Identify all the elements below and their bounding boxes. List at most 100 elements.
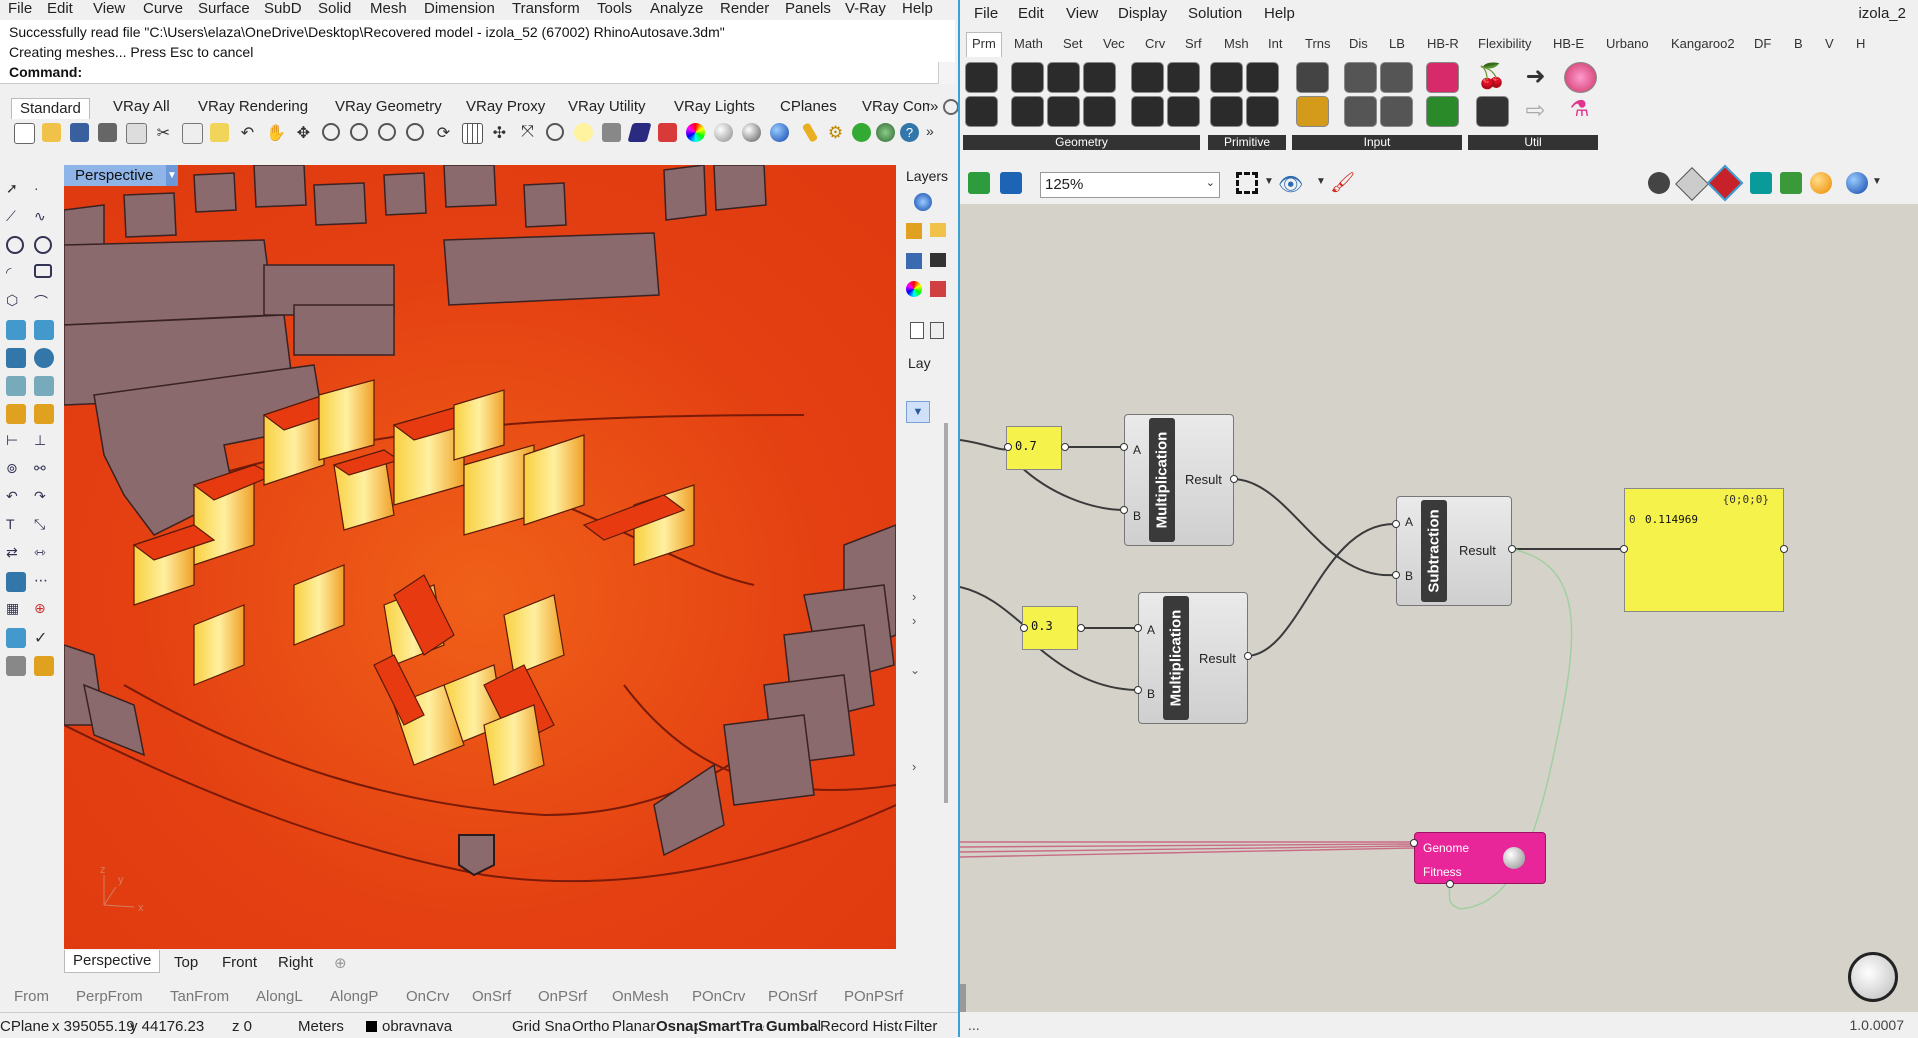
render-preview-icon[interactable]: [1810, 172, 1832, 194]
boolean-icon[interactable]: [6, 404, 26, 424]
cut-icon[interactable]: ✂: [154, 123, 173, 142]
output-port[interactable]: [1077, 624, 1085, 632]
command-scrollbar[interactable]: [938, 62, 955, 84]
layer-dropdown-icon[interactable]: ▼: [906, 401, 930, 423]
copy-icon[interactable]: [182, 123, 203, 144]
menu-file[interactable]: File: [8, 0, 32, 17]
output-port[interactable]: [1780, 545, 1788, 553]
tabs-more-button[interactable]: »: [930, 98, 938, 115]
button-icon[interactable]: [1344, 96, 1377, 127]
snap-icon[interactable]: ⊕: [34, 600, 54, 620]
polygon-icon[interactable]: ⬡: [6, 292, 26, 312]
curve-param-icon[interactable]: [1047, 62, 1080, 93]
tree-icon[interactable]: [1476, 96, 1509, 127]
multiplication-component-1[interactable]: A B Multiplication Result: [1124, 414, 1234, 546]
layer-folder-icon[interactable]: [930, 223, 946, 237]
input-port[interactable]: [1392, 571, 1400, 579]
globe-icon[interactable]: [876, 123, 895, 142]
zoom-icon[interactable]: [322, 123, 340, 141]
osnap-ponpsrf[interactable]: POnPSrf: [844, 988, 903, 1005]
layer-material-icon[interactable]: [914, 193, 932, 211]
number-panel-a[interactable]: 0.7: [1006, 426, 1062, 470]
gh-menu-view[interactable]: View: [1066, 5, 1098, 22]
undo-icon[interactable]: ↶: [238, 123, 257, 142]
zoom-select[interactable]: 125% ⌄: [1040, 172, 1220, 198]
slider-icon[interactable]: [1380, 62, 1413, 93]
osnap-tanfrom[interactable]: TanFrom: [170, 988, 229, 1005]
array-icon[interactable]: ⋯: [34, 572, 54, 592]
matrix-icon[interactable]: [1426, 96, 1459, 127]
dropdown-arrow-icon[interactable]: ▼: [1316, 176, 1326, 187]
gh-tab-set[interactable]: Set: [1063, 36, 1083, 51]
subtraction-component[interactable]: A B Subtraction Result: [1396, 496, 1512, 606]
osnap-onpsrf[interactable]: OnPSrf: [538, 988, 587, 1005]
shaded-sphere-icon[interactable]: [714, 123, 733, 142]
gh-tab-lb[interactable]: LB: [1389, 36, 1405, 51]
extrude-icon[interactable]: [6, 572, 26, 592]
named-view-icon[interactable]: ⤧: [518, 123, 537, 142]
input-port[interactable]: [1004, 443, 1012, 451]
layer-pencil-icon[interactable]: [906, 223, 922, 239]
flask-icon[interactable]: ⚗: [1564, 96, 1595, 125]
grasshopper-canvas[interactable]: 0.7 0.3 A B Multiplication Result A B Mu…: [960, 204, 1918, 1012]
input-port[interactable]: [1392, 520, 1400, 528]
canvas-scroll-handle[interactable]: [960, 984, 966, 1012]
page-layout-icon[interactable]: [126, 123, 147, 144]
collapse-chevron-icon[interactable]: ⌄: [910, 663, 920, 677]
gh-tab-crv[interactable]: Crv: [1145, 36, 1165, 51]
new-file-icon[interactable]: [14, 123, 35, 144]
brep-param-icon[interactable]: [1131, 62, 1164, 93]
osnap-oncrv[interactable]: OnCrv: [406, 988, 449, 1005]
preview-shaded-icon[interactable]: [1675, 167, 1709, 201]
trim-icon[interactable]: ↶: [6, 488, 26, 508]
render-mesh-icon[interactable]: [6, 656, 26, 676]
plane-param-icon[interactable]: [1083, 96, 1116, 127]
line-param-icon[interactable]: [1047, 96, 1080, 127]
cherry-icon[interactable]: 🍒: [1476, 62, 1507, 91]
toolbar-overflow-icon[interactable]: »: [926, 123, 945, 142]
galapagos-icon[interactable]: [1564, 62, 1597, 93]
toggle-smarttrack[interactable]: SmartTrack: [698, 1018, 764, 1035]
mesh-icon[interactable]: [6, 376, 26, 396]
toggle-icon[interactable]: [1344, 62, 1377, 93]
gh-tab-int[interactable]: Int: [1268, 36, 1282, 51]
menu-transform[interactable]: Transform: [512, 0, 580, 17]
import-icon[interactable]: [1296, 62, 1329, 93]
osnap-perpfrom[interactable]: PerpFrom: [76, 988, 143, 1005]
cplane-icon[interactable]: ✣: [490, 123, 509, 142]
menu-render[interactable]: Render: [720, 0, 769, 17]
arrow-right-icon[interactable]: ➜: [1520, 62, 1551, 91]
rendered-sphere-icon[interactable]: [742, 123, 761, 142]
color-picker-icon[interactable]: [906, 281, 922, 297]
preview-mesh-icon[interactable]: [1780, 172, 1802, 194]
osnap-alongl[interactable]: AlongL: [256, 988, 303, 1005]
tab-standard[interactable]: Standard: [11, 98, 90, 119]
dropdown-arrow-icon[interactable]: ▼: [1264, 176, 1274, 187]
osnap-ponsrf[interactable]: POnSrf: [768, 988, 817, 1005]
tab-vray-utility[interactable]: VRay Utility: [568, 98, 646, 115]
cloud-icon[interactable]: [1846, 172, 1868, 194]
grid-icon[interactable]: [462, 123, 483, 144]
ellipse-icon[interactable]: [34, 236, 52, 254]
gh-tab-msh[interactable]: Msh: [1224, 36, 1249, 51]
paste-icon[interactable]: [210, 123, 229, 142]
open-folder-icon[interactable]: [42, 123, 61, 142]
output-port[interactable]: [1061, 443, 1069, 451]
osnap-onsrf[interactable]: OnSrf: [472, 988, 511, 1005]
save-icon[interactable]: [70, 123, 89, 142]
gh-tab-urbano[interactable]: Urbano: [1606, 36, 1649, 51]
status-units[interactable]: Meters: [298, 1018, 344, 1035]
print-icon[interactable]: [98, 123, 117, 142]
menu-analyze[interactable]: Analyze: [650, 0, 703, 17]
command-prompt[interactable]: Command:: [9, 64, 82, 80]
input-port[interactable]: [1410, 839, 1418, 847]
menu-edit[interactable]: Edit: [47, 0, 73, 17]
colour-swatch-icon[interactable]: [1426, 62, 1459, 93]
sketch-brush-icon[interactable]: 🖌: [1330, 170, 1356, 196]
target-icon[interactable]: [546, 123, 564, 141]
result-panel[interactable]: {0;0;0} 0 0.114969: [1624, 488, 1784, 612]
solid-tools-icon[interactable]: [34, 404, 54, 424]
menu-panels[interactable]: Panels: [785, 0, 831, 17]
polyline-icon[interactable]: ⟋: [6, 208, 26, 228]
save-document-icon[interactable]: [1000, 172, 1022, 194]
